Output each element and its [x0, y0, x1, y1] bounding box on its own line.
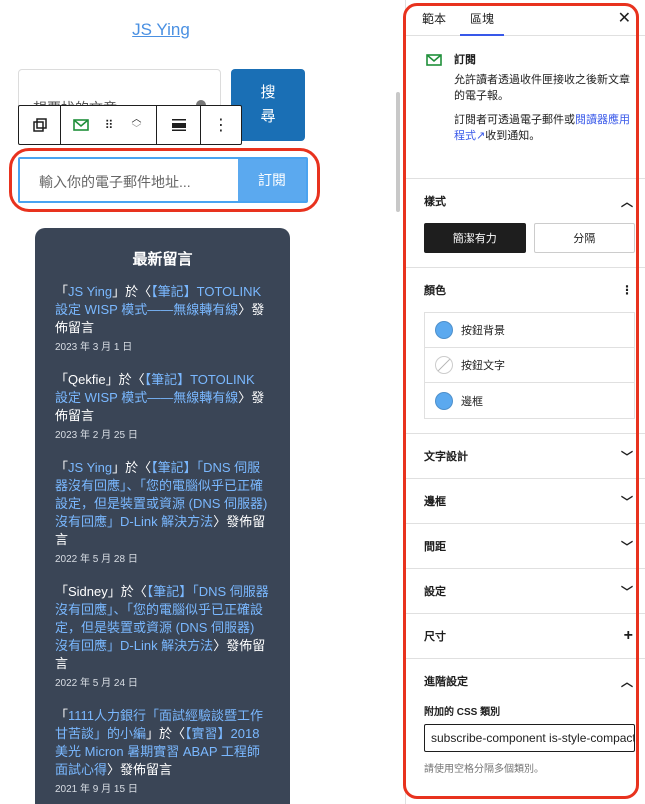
drag-handle-icon[interactable]: ⠿ [98, 106, 120, 144]
latest-comments-widget: 最新留言 「JS Ying」於〈【筆記】TOTOLINK 設定 WISP 模式—… [35, 228, 290, 804]
search-button[interactable]: 搜尋 [231, 69, 305, 141]
comment-author-link[interactable]: JS Ying [68, 284, 112, 299]
toolbar-block-group: ⠿ ︿ ﹀ [61, 106, 157, 144]
site-title[interactable]: JS Ying [0, 20, 322, 40]
block-toolbar: ⠿ ︿ ﹀ ⋮ [18, 105, 242, 145]
comment-date: 2023 年 3 月 1 日 [55, 342, 133, 353]
comment-text: 〉發佈留言 [107, 762, 173, 777]
move-arrows: ︿ ﹀ [120, 106, 154, 144]
comment-text: 「 [55, 708, 69, 723]
comment-item: 「JS Ying」於〈【筆記】「DNS 伺服器沒有回應」、「您的電腦似乎已正確設… [55, 459, 270, 569]
toolbar-options-group: ⋮ [201, 106, 241, 144]
comment-text: 」於〈 [146, 726, 186, 741]
transform-block-icon[interactable] [20, 106, 60, 144]
comment-author-link[interactable]: JS Ying [68, 460, 112, 475]
panel-highlight [403, 3, 639, 799]
comments-heading: 最新留言 [132, 251, 193, 268]
comment-text: 」於〈 [112, 460, 152, 475]
comment-date: 2023 年 2 月 25 日 [55, 430, 138, 441]
align-icon[interactable] [159, 106, 199, 144]
comment-text: 「 [55, 284, 69, 299]
comment-date: 2022 年 5 月 28 日 [55, 554, 138, 565]
comment-item: 「JS Ying」於〈【筆記】TOTOLINK 設定 WISP 模式——無線轉有… [55, 283, 270, 357]
comment-text: 」於〈 [112, 284, 152, 299]
comment-date: 2021 年 9 月 15 日 [55, 784, 138, 795]
toolbar-parent-group [19, 106, 61, 144]
more-options-icon[interactable]: ⋮ [201, 106, 241, 144]
editor-canvas: JS Ying 想要找的文章 搜尋 ⠿ ︿ ﹀ [0, 0, 400, 804]
comment-text: 「Sidney」於〈 [55, 584, 147, 599]
canvas-scrollbar[interactable] [396, 92, 400, 212]
subscribe-block-icon[interactable] [64, 106, 98, 144]
subscribe-highlight [9, 148, 320, 212]
comment-item: 「1111人力銀行「面試經驗談暨工作甘苦談」的小編」於〈【實習】2018 美光 … [55, 707, 270, 799]
comment-text: 「 [55, 460, 69, 475]
comment-date: 2022 年 5 月 24 日 [55, 678, 138, 689]
search-button-label: 搜尋 [260, 84, 276, 125]
comment-item: 「Qekfie」於〈【筆記】TOTOLINK 設定 WISP 模式——無線轉有線… [55, 371, 270, 445]
comment-item: 「Sidney」於〈【筆記】「DNS 伺服器沒有回應」、「您的電腦似乎已正確設定… [55, 583, 270, 693]
toolbar-align-group [157, 106, 201, 144]
move-down-icon[interactable]: ﹀ [132, 125, 142, 135]
comment-text: 「Qekfie」於〈 [55, 372, 145, 387]
